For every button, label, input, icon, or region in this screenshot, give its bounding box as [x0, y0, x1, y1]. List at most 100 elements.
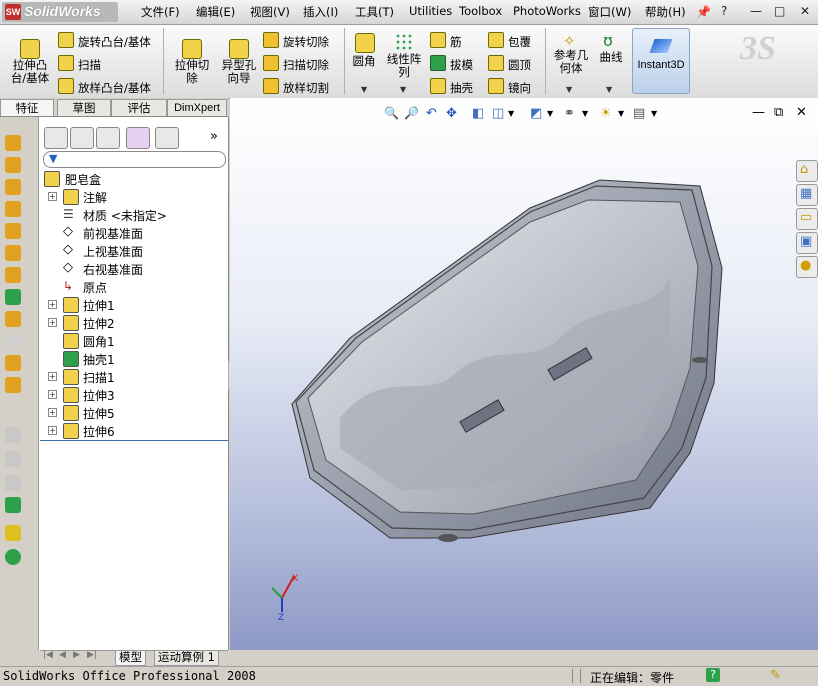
revolve-cut-icon[interactable]: [5, 245, 21, 261]
appearance-dropdown-icon[interactable]: ▼: [582, 109, 596, 123]
fillet-icon[interactable]: [5, 267, 21, 283]
menu-window[interactable]: 窗口(W): [588, 4, 631, 20]
revolve-cut-button[interactable]: 旋转切除: [263, 32, 329, 50]
display-style-icon[interactable]: ◫: [492, 106, 506, 121]
menu-insert[interactable]: 插入(I): [303, 4, 338, 20]
feature-filter-input[interactable]: ▼: [43, 151, 226, 168]
expand-toggle-icon[interactable]: +: [48, 426, 57, 435]
close-button[interactable]: ✕: [800, 4, 810, 18]
graphics-area[interactable]: X Z: [230, 98, 818, 650]
solidworks-logo[interactable]: SW SolidWorks: [2, 2, 118, 22]
expand-toggle-icon[interactable]: +: [48, 318, 57, 327]
display-manager-tab-icon[interactable]: [155, 127, 179, 149]
fillet-dropdown[interactable]: ▼: [361, 85, 367, 94]
maximize-button[interactable]: □: [774, 4, 785, 18]
circular-pattern-icon[interactable]: [5, 475, 21, 491]
rib-button[interactable]: 筋: [430, 32, 462, 50]
help-button[interactable]: ?: [721, 4, 727, 18]
menu-edit[interactable]: 编辑(E): [196, 4, 235, 20]
tab-dimxpert[interactable]: DimXpert: [167, 99, 227, 116]
edit-appearance-icon[interactable]: ⚭: [564, 106, 578, 121]
doc-close-icon[interactable]: ✕: [796, 105, 807, 120]
pattern-icon[interactable]: [5, 451, 21, 467]
next-tab-icon[interactable]: ▶: [73, 650, 80, 660]
expand-toggle-icon[interactable]: +: [48, 372, 57, 381]
menu-file[interactable]: 文件(F): [141, 4, 180, 20]
shell-icon[interactable]: [5, 311, 21, 327]
loft-cut-button[interactable]: 放样切割: [263, 78, 329, 96]
more-tabs-chevron-icon[interactable]: »: [210, 129, 218, 144]
expand-toggle-icon[interactable]: +: [48, 408, 57, 417]
rebuild-status-icon[interactable]: ✎: [770, 668, 781, 683]
sweep-button[interactable]: 扫描: [58, 55, 101, 73]
chamfer-icon[interactable]: [5, 289, 21, 305]
tab-features[interactable]: 特征: [0, 99, 54, 116]
mirror-button[interactable]: 镜向: [488, 78, 531, 96]
reference-geometry-dropdown[interactable]: ▼: [566, 85, 572, 94]
sweep-icon[interactable]: [5, 179, 21, 195]
menu-photoworks[interactable]: PhotoWorks: [513, 4, 581, 18]
hole-icon[interactable]: [5, 333, 21, 349]
mirror-icon[interactable]: [5, 427, 21, 443]
minimize-button[interactable]: —: [750, 4, 762, 18]
last-tab-icon[interactable]: ▶|: [87, 650, 97, 660]
extrude-boss-button[interactable]: 拉伸凸台/基体: [6, 30, 52, 90]
expand-toggle-icon[interactable]: +: [48, 300, 57, 309]
section-view-icon[interactable]: ✥: [446, 106, 460, 121]
menu-help[interactable]: 帮助(H): [645, 4, 686, 20]
hide-show-icon[interactable]: ◩: [530, 106, 544, 121]
view-settings-dropdown-icon[interactable]: ▼: [651, 109, 665, 123]
instant3d-button[interactable]: Instant3D: [632, 28, 690, 94]
dome-button[interactable]: 圆顶: [488, 55, 531, 73]
menu-tools[interactable]: 工具(T): [355, 4, 394, 20]
revolve-boss-icon[interactable]: [5, 157, 21, 173]
revolve-boss-button[interactable]: 旋转凸台/基体: [58, 32, 151, 50]
shell-button[interactable]: 抽壳: [430, 78, 473, 96]
wrap-button[interactable]: 包覆: [488, 32, 531, 50]
reference-geometry-button[interactable]: ✧ 参考几何体: [550, 30, 592, 80]
pin-icon[interactable]: 📌: [696, 5, 711, 19]
rollback-bar[interactable]: [40, 440, 228, 441]
prev-tab-icon[interactable]: ◀: [59, 650, 66, 660]
soap-box-model[interactable]: X Z: [230, 98, 818, 650]
tab-sketch[interactable]: 草图: [57, 99, 111, 116]
zoom-to-area-icon[interactable]: 🔎: [404, 106, 419, 120]
solidworks-resources-icon[interactable]: ⌂: [796, 160, 818, 182]
extrude-cut-icon[interactable]: [5, 223, 21, 239]
menu-view[interactable]: 视图(V): [250, 4, 290, 20]
design-library-icon[interactable]: ▦: [796, 184, 818, 206]
scene-dropdown-icon[interactable]: ▼: [618, 109, 632, 123]
extrude-cut-button[interactable]: 拉伸切除: [168, 30, 214, 90]
display-style-dropdown-icon[interactable]: ▼: [508, 109, 522, 123]
rib-icon[interactable]: [5, 355, 21, 371]
curves-dropdown[interactable]: ▼: [606, 85, 612, 94]
featuremanager-tab-icon[interactable]: [44, 127, 68, 149]
view-orientation-icon[interactable]: ◧: [472, 106, 486, 121]
expand-toggle-icon[interactable]: +: [48, 390, 57, 399]
hole-wizard-button[interactable]: 异型孔向导: [215, 30, 261, 90]
expand-toggle-icon[interactable]: +: [48, 192, 57, 201]
loft-boss-icon[interactable]: [5, 201, 21, 217]
sweep-cut-button[interactable]: 扫描切除: [263, 55, 329, 73]
curves-icon[interactable]: [5, 549, 21, 565]
menu-toolbox[interactable]: Toolbox: [459, 4, 502, 18]
dome-icon[interactable]: [5, 497, 21, 513]
fillet-button[interactable]: 圆角: [348, 30, 380, 70]
hide-show-dropdown-icon[interactable]: ▼: [547, 109, 561, 123]
reference-geometry-icon[interactable]: [5, 525, 21, 541]
dimxpertmanager-tab-icon[interactable]: [126, 127, 150, 149]
help-status-icon[interactable]: ?: [706, 668, 720, 682]
apply-scene-icon[interactable]: ☀: [600, 106, 614, 121]
doc-restore-icon[interactable]: ⧉: [774, 105, 783, 120]
tab-scroll-arrows[interactable]: |◀ ◀ ▶ ▶|: [41, 650, 105, 663]
loft-boss-button[interactable]: 放样凸台/基体: [58, 78, 151, 96]
view-palette-icon[interactable]: ▣: [796, 232, 818, 254]
propertymanager-tab-icon[interactable]: [70, 127, 94, 149]
previous-view-icon[interactable]: ↶: [426, 106, 440, 121]
linear-pattern-button[interactable]: 线性阵列: [383, 30, 425, 80]
tab-evaluate[interactable]: 评估: [111, 99, 167, 116]
pattern-dropdown[interactable]: ▼: [400, 85, 406, 94]
tab-motion-study[interactable]: 运动算例 1: [154, 651, 219, 666]
draft-button[interactable]: 拔模: [430, 55, 473, 73]
extrude-boss-icon[interactable]: [5, 135, 21, 151]
